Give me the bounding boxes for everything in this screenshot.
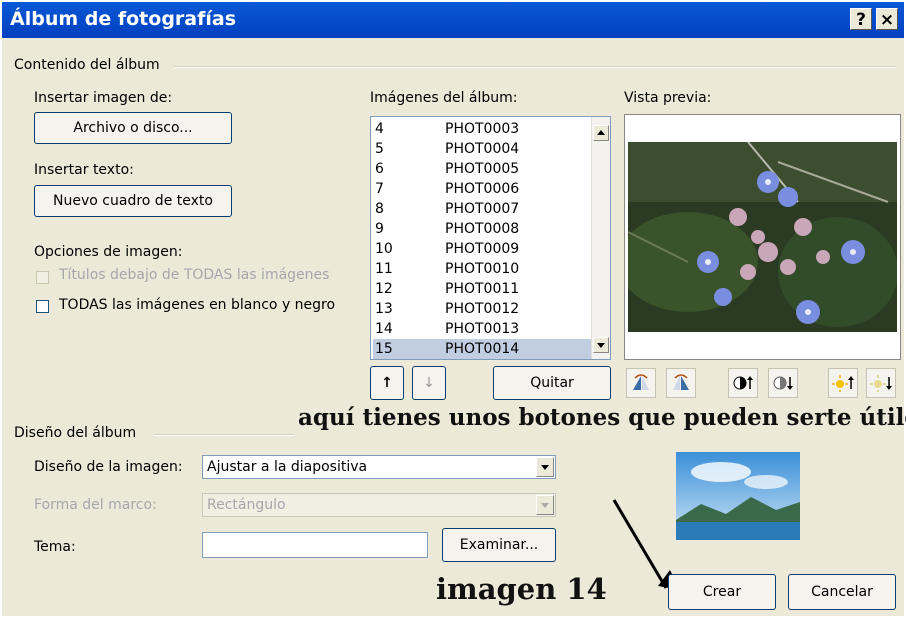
- image-options-label: Opciones de imagen:: [34, 244, 183, 260]
- item-filename: PHOT0010: [445, 261, 520, 277]
- frame-shape-label: Forma del marco:: [34, 497, 157, 513]
- window-title: Álbum de fotografías: [10, 8, 237, 30]
- photo-album-dialog: Álbum de fotografías ? × Contenido del á…: [2, 2, 906, 616]
- arrow-up-icon: ↑: [381, 375, 393, 391]
- less-contrast-icon: [773, 376, 793, 390]
- chevron-down-icon[interactable]: [536, 495, 554, 515]
- album-images-list[interactable]: 15 PHOT0014 14 PHOT0013 13 PHOT0012 12 PHOT0011…: [370, 116, 611, 360]
- chevron-down-icon[interactable]: [536, 457, 554, 477]
- item-number: 9: [375, 221, 384, 237]
- item-number: 14: [375, 321, 393, 337]
- layout-select[interactable]: Ajustar a la diapositiva: [202, 455, 556, 479]
- item-filename: PHOT0014: [445, 341, 520, 357]
- rotate-right-icon: [673, 374, 689, 390]
- frame-shape-select[interactable]: Rectángulo: [202, 493, 556, 517]
- item-number: 15: [375, 341, 393, 357]
- captions-label: Títulos debajo de TODAS las imágenes: [59, 267, 330, 283]
- scroll-up-button[interactable]: [593, 125, 609, 141]
- title-bar[interactable]: Álbum de fotografías ? ×: [2, 2, 904, 38]
- browse-button[interactable]: Examinar...: [442, 528, 556, 562]
- album-list-item[interactable]: 9 PHOT0008: [373, 219, 591, 239]
- theme-label: Tema:: [34, 539, 76, 555]
- rotate-left-icon: [633, 374, 649, 390]
- album-content-group-label: Contenido del álbum: [14, 57, 160, 73]
- arrow-down-icon: ↓: [423, 375, 435, 391]
- image-annotation: imagen 14: [436, 572, 607, 606]
- less-brightness-button[interactable]: [866, 368, 896, 398]
- more-brightness-icon: [832, 375, 854, 392]
- album-design-group-label: Diseño del álbum: [14, 425, 137, 441]
- theme-input[interactable]: [202, 532, 428, 558]
- item-filename: PHOT0011: [445, 281, 520, 297]
- layout-label: Diseño de la imagen:: [34, 459, 183, 475]
- album-list-item[interactable]: 4 PHOT0003: [373, 119, 591, 139]
- album-images-label: Imágenes del álbum:: [370, 90, 518, 106]
- more-contrast-button[interactable]: [728, 368, 758, 398]
- rotate-left-button[interactable]: [626, 368, 656, 398]
- preview-pane: [624, 114, 901, 360]
- scroll-down-button[interactable]: [593, 337, 609, 353]
- cancel-button[interactable]: Cancelar: [788, 574, 896, 610]
- black-white-checkbox[interactable]: [36, 300, 49, 313]
- item-number: 5: [375, 141, 384, 157]
- preview-label: Vista previa:: [624, 90, 712, 106]
- help-button[interactable]: ?: [850, 8, 872, 30]
- move-up-button[interactable]: ↑: [370, 366, 404, 400]
- new-text-box-button[interactable]: Nuevo cuadro de texto: [34, 185, 232, 217]
- layout-value: Ajustar a la diapositiva: [207, 459, 368, 475]
- item-number: 4: [375, 121, 384, 137]
- less-contrast-button[interactable]: [768, 368, 798, 398]
- item-filename: PHOT0009: [445, 241, 520, 257]
- item-filename: PHOT0005: [445, 161, 520, 177]
- album-list-item[interactable]: 15 PHOT0014: [373, 339, 591, 359]
- group-divider: [154, 434, 294, 436]
- triangle-up-icon: [597, 130, 605, 135]
- item-number: 13: [375, 301, 393, 317]
- more-brightness-button[interactable]: [828, 368, 858, 398]
- item-filename: PHOT0007: [445, 201, 520, 217]
- item-filename: PHOT0013: [445, 321, 520, 337]
- album-list-item[interactable]: 10 PHOT0009: [373, 239, 591, 259]
- captions-checkbox[interactable]: [36, 271, 49, 284]
- album-list-item[interactable]: 6 PHOT0005: [373, 159, 591, 179]
- less-brightness-icon: [870, 375, 892, 392]
- album-list-item[interactable]: 12 PHOT0011: [373, 279, 591, 299]
- insert-text-label: Insertar texto:: [34, 162, 134, 178]
- more-contrast-icon: [733, 376, 753, 390]
- buttons-annotation: aquí tienes unos botones que pueden sert…: [298, 404, 906, 431]
- item-number: 10: [375, 241, 393, 257]
- album-list-item[interactable]: 5 PHOT0004: [373, 139, 591, 159]
- move-down-button[interactable]: ↓: [412, 366, 446, 400]
- remove-button[interactable]: Quitar: [493, 366, 611, 400]
- album-list-item[interactable]: 14 PHOT0013: [373, 319, 591, 339]
- item-filename: PHOT0006: [445, 181, 520, 197]
- insert-image-label: Insertar imagen de:: [34, 90, 173, 106]
- layout-preview-thumbnail: [676, 452, 800, 540]
- frame-shape-value: Rectángulo: [207, 497, 286, 513]
- rotate-right-button[interactable]: [666, 368, 696, 398]
- item-filename: PHOT0012: [445, 301, 520, 317]
- black-white-label: TODAS las imágenes en blanco y negro: [59, 297, 336, 313]
- flower-photo: [628, 142, 897, 332]
- item-filename: PHOT0003: [445, 121, 520, 137]
- album-list-item[interactable]: 8 PHOT0007: [373, 199, 591, 219]
- item-filename: PHOT0004: [445, 141, 520, 157]
- item-number: 12: [375, 281, 393, 297]
- group-divider: [174, 66, 896, 68]
- album-list-item[interactable]: 13 PHOT0012: [373, 299, 591, 319]
- close-button[interactable]: ×: [876, 8, 898, 30]
- create-button[interactable]: Crear: [668, 574, 776, 610]
- item-number: 7: [375, 181, 384, 197]
- item-number: 6: [375, 161, 384, 177]
- album-list-item[interactable]: 11 PHOT0010: [373, 259, 591, 279]
- triangle-down-icon: [597, 343, 605, 348]
- list-scrollbar[interactable]: [591, 117, 610, 359]
- item-filename: PHOT0008: [445, 221, 520, 237]
- item-number: 8: [375, 201, 384, 217]
- album-list-item[interactable]: 7 PHOT0006: [373, 179, 591, 199]
- item-number: 11: [375, 261, 393, 277]
- file-or-disk-button[interactable]: Archivo o disco...: [34, 112, 232, 144]
